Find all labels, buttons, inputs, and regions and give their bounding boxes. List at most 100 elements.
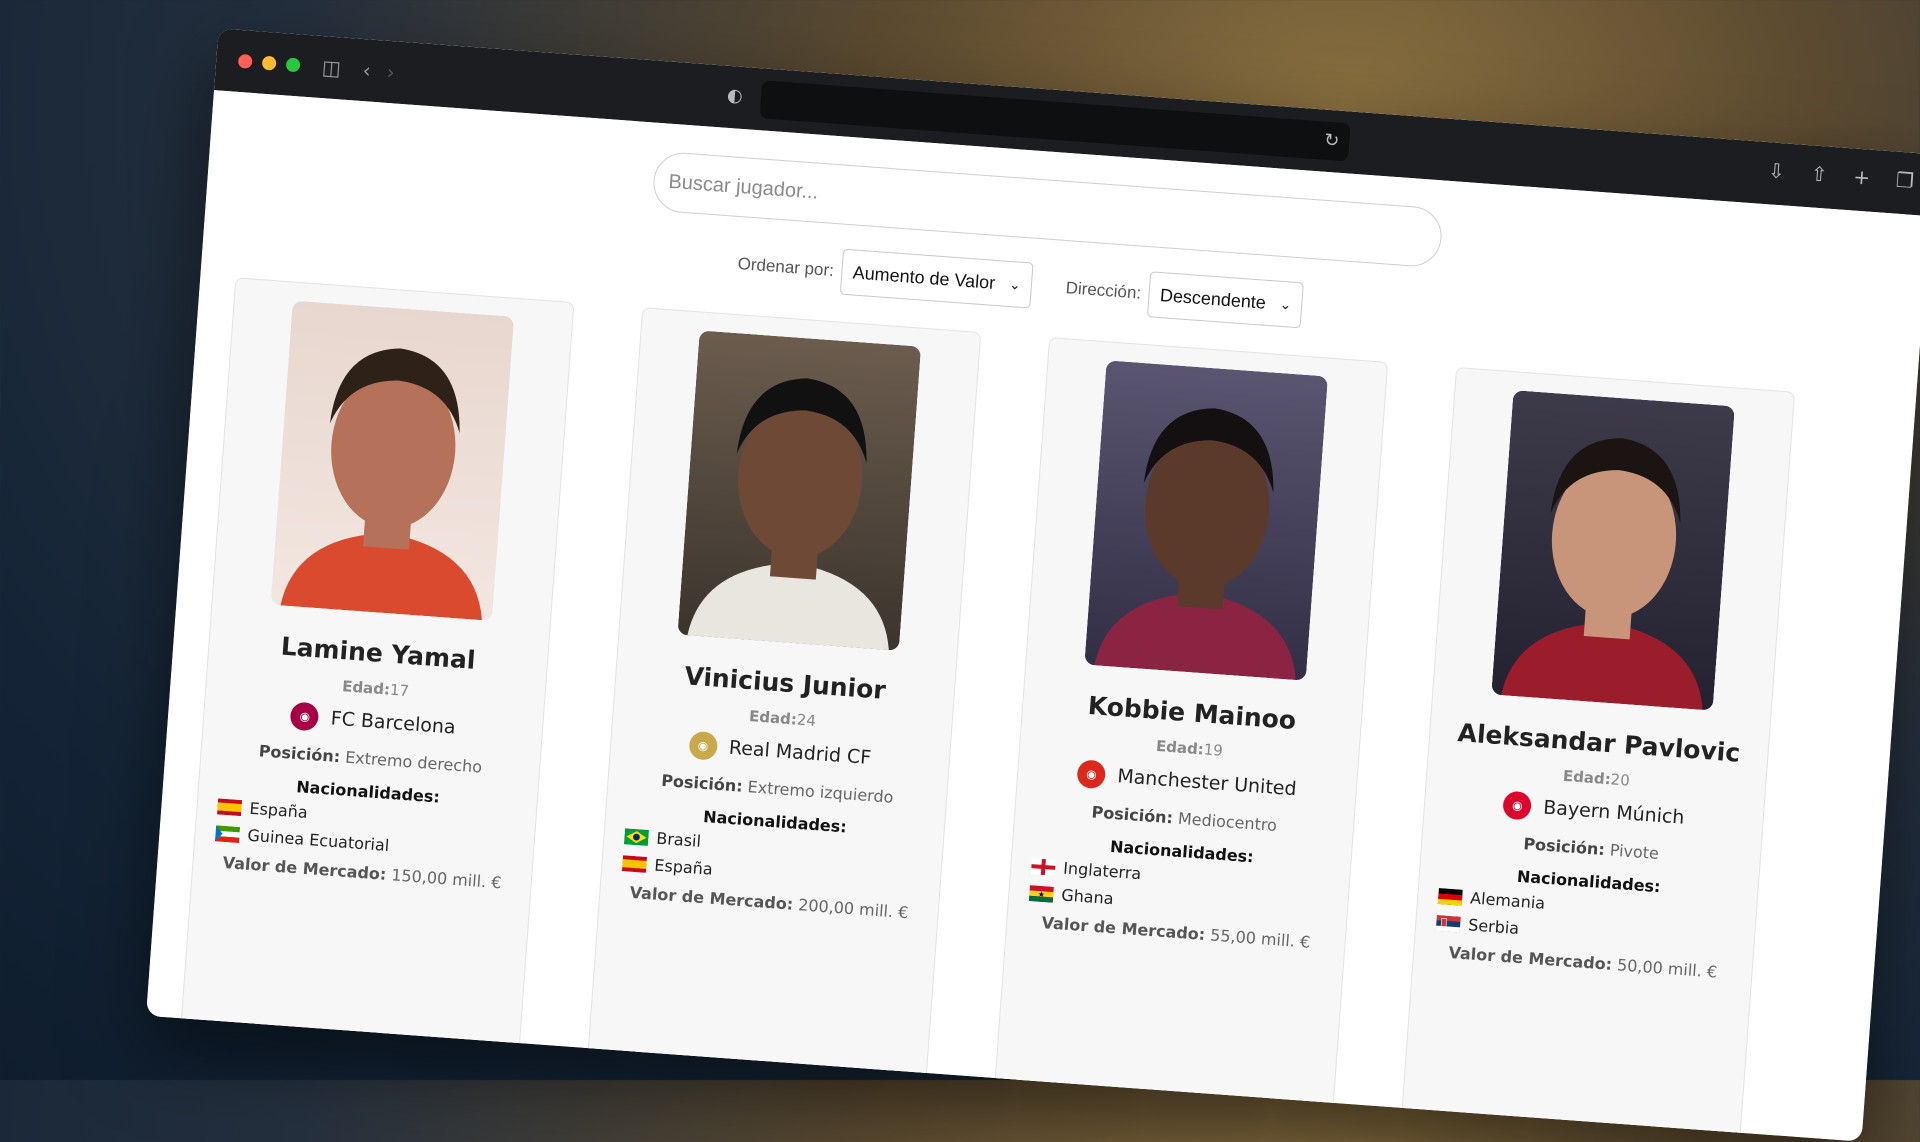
nationalities-heading: Nacionalidades: bbox=[1109, 836, 1255, 867]
club-name: Manchester United bbox=[1116, 765, 1298, 801]
shield-icon[interactable]: ◐ bbox=[726, 85, 743, 107]
player-age: Edad:19 bbox=[1155, 737, 1223, 760]
sort-controls: Ordenar por: Aumento de Valor ⌄ Direcció… bbox=[736, 241, 1305, 329]
position-label: Posición: bbox=[1522, 834, 1606, 860]
nationalities-list: Inglaterra Ghana bbox=[1028, 856, 1142, 910]
nationality-item: Serbia bbox=[1435, 913, 1544, 940]
nationality-item: Alemania bbox=[1437, 886, 1546, 913]
nationality-item: Brasil bbox=[623, 826, 716, 852]
club-crest-icon: ◉ bbox=[1076, 759, 1107, 790]
player-photo bbox=[677, 330, 922, 651]
position-value: Extremo derecho bbox=[344, 747, 483, 777]
nationality-item: Guinea Ecuatorial bbox=[215, 823, 390, 855]
flag-icon bbox=[217, 797, 243, 816]
flag-icon bbox=[215, 824, 241, 843]
page-content: Ordenar por: Aumento de Valor ⌄ Direcció… bbox=[146, 90, 1920, 1142]
club-name: Bayern Múnich bbox=[1542, 796, 1686, 829]
position-label: Posición: bbox=[1090, 802, 1174, 828]
nationality-item: Inglaterra bbox=[1030, 856, 1142, 883]
age-label: Edad: bbox=[341, 677, 391, 699]
direction-selected-value: Descendente bbox=[1159, 284, 1267, 313]
reload-icon[interactable]: ↻ bbox=[1323, 130, 1340, 152]
chevron-down-icon: ⌄ bbox=[1279, 295, 1293, 313]
sidebar-icon[interactable]: ◫ bbox=[321, 55, 342, 80]
age-value: 17 bbox=[389, 680, 410, 701]
club-crest-icon: ◉ bbox=[289, 701, 320, 732]
window-controls bbox=[237, 53, 301, 73]
age-label: Edad: bbox=[1562, 766, 1612, 789]
club-name: Real Madrid CF bbox=[728, 736, 872, 770]
player-position: Posición: Pivote bbox=[1523, 834, 1660, 863]
market-value-label: Valor de Mercado: bbox=[1040, 913, 1206, 945]
market-value-label: Valor de Mercado: bbox=[629, 882, 794, 914]
close-window-button[interactable] bbox=[237, 53, 253, 69]
nationality-name: Brasil bbox=[655, 828, 702, 851]
player-card[interactable]: Aleksandar Pavlovic Edad:20 ◉ Bayern Mún… bbox=[1400, 366, 1796, 1142]
nationality-name: Ghana bbox=[1060, 885, 1115, 909]
player-photo bbox=[270, 300, 515, 621]
club-crest-icon: ◉ bbox=[1502, 790, 1533, 821]
maximize-window-button[interactable] bbox=[285, 57, 301, 73]
chevron-left-icon[interactable]: ‹ bbox=[362, 58, 372, 83]
player-age: Edad:24 bbox=[748, 707, 816, 730]
player-market-value: Valor de Mercado: 150,00 mill. € bbox=[222, 853, 502, 892]
nationalities-list: España Guinea Ecuatorial bbox=[215, 796, 392, 855]
flag-icon bbox=[621, 854, 648, 873]
player-photo bbox=[1084, 360, 1329, 681]
market-value: 150,00 mill. € bbox=[390, 865, 503, 893]
nationalities-heading: Nacionalidades: bbox=[702, 806, 848, 837]
player-position: Posición: Mediocentro bbox=[1091, 802, 1278, 835]
market-value: 50,00 mill. € bbox=[1616, 955, 1718, 982]
player-name: Kobbie Mainoo bbox=[1086, 690, 1298, 736]
tabs-overview-icon[interactable]: ❐ bbox=[1895, 168, 1915, 193]
player-market-value: Valor de Mercado: 55,00 mill. € bbox=[1041, 913, 1311, 952]
position-label: Posición: bbox=[660, 770, 744, 796]
nationalities-list: Brasil España bbox=[621, 826, 716, 879]
download-icon[interactable]: ⇩ bbox=[1767, 158, 1785, 183]
player-position: Posición: Extremo derecho bbox=[258, 741, 483, 776]
flag-icon bbox=[1435, 914, 1461, 933]
nationality-item: Ghana bbox=[1028, 883, 1140, 910]
player-name: Lamine Yamal bbox=[279, 631, 477, 675]
nationality-name: España bbox=[653, 855, 714, 879]
player-name: Aleksandar Pavlovic bbox=[1456, 718, 1742, 768]
chevron-down-icon: ⌄ bbox=[1008, 275, 1022, 293]
player-age: Edad:20 bbox=[1562, 767, 1630, 790]
position-value: Mediocentro bbox=[1177, 808, 1278, 835]
player-club: ◉ FC Barcelona bbox=[289, 701, 457, 742]
nationalities-list: Alemania Serbia bbox=[1435, 886, 1546, 940]
share-icon[interactable]: ⇧ bbox=[1810, 161, 1828, 186]
direction-select[interactable]: Descendente ⌄ bbox=[1147, 271, 1305, 329]
sort-select[interactable]: Aumento de Valor ⌄ bbox=[840, 248, 1034, 309]
age-value: 20 bbox=[1610, 770, 1631, 790]
position-value: Pivote bbox=[1609, 840, 1660, 864]
position-label: Posición: bbox=[258, 741, 341, 767]
chevron-right-icon[interactable]: › bbox=[386, 60, 396, 85]
nationality-item: España bbox=[621, 853, 714, 879]
player-card[interactable]: Lamine Yamal Edad:17 ◉ FC Barcelona Posi… bbox=[179, 277, 575, 1061]
player-club: ◉ Manchester United bbox=[1076, 759, 1297, 803]
plus-icon[interactable]: + bbox=[1853, 165, 1871, 190]
player-club: ◉ Bayern Múnich bbox=[1502, 790, 1686, 832]
player-market-value: Valor de Mercado: 200,00 mill. € bbox=[629, 883, 909, 922]
player-age: Edad:17 bbox=[342, 677, 410, 700]
market-value-label: Valor de Mercado: bbox=[222, 852, 387, 884]
nationality-name: Alemania bbox=[1469, 888, 1546, 913]
age-value: 19 bbox=[1203, 740, 1224, 760]
nationality-name: España bbox=[248, 798, 309, 822]
market-value-label: Valor de Mercado: bbox=[1447, 942, 1613, 974]
toolbar-actions: ⇩ ⇧ + ❐ bbox=[1767, 158, 1915, 193]
minimize-window-button[interactable] bbox=[261, 55, 277, 71]
flag-icon bbox=[623, 827, 650, 846]
nationalities-heading: Nacionalidades: bbox=[1516, 866, 1662, 897]
nationality-name: Guinea Ecuatorial bbox=[246, 825, 390, 856]
age-label: Edad: bbox=[1155, 736, 1205, 759]
nationality-name: Serbia bbox=[1467, 915, 1520, 938]
age-value: 24 bbox=[796, 710, 817, 730]
nationalities-heading: Nacionalidades: bbox=[295, 777, 441, 807]
direction-label: Dirección: bbox=[1065, 278, 1142, 303]
flag-icon bbox=[1437, 887, 1463, 906]
club-name: FC Barcelona bbox=[330, 707, 457, 739]
player-card[interactable]: Kobbie Mainoo Edad:19 ◉ Manchester Unite… bbox=[993, 337, 1389, 1120]
player-card[interactable]: Vinicius Junior Edad:24 ◉ Real Madrid CF… bbox=[586, 307, 982, 1090]
